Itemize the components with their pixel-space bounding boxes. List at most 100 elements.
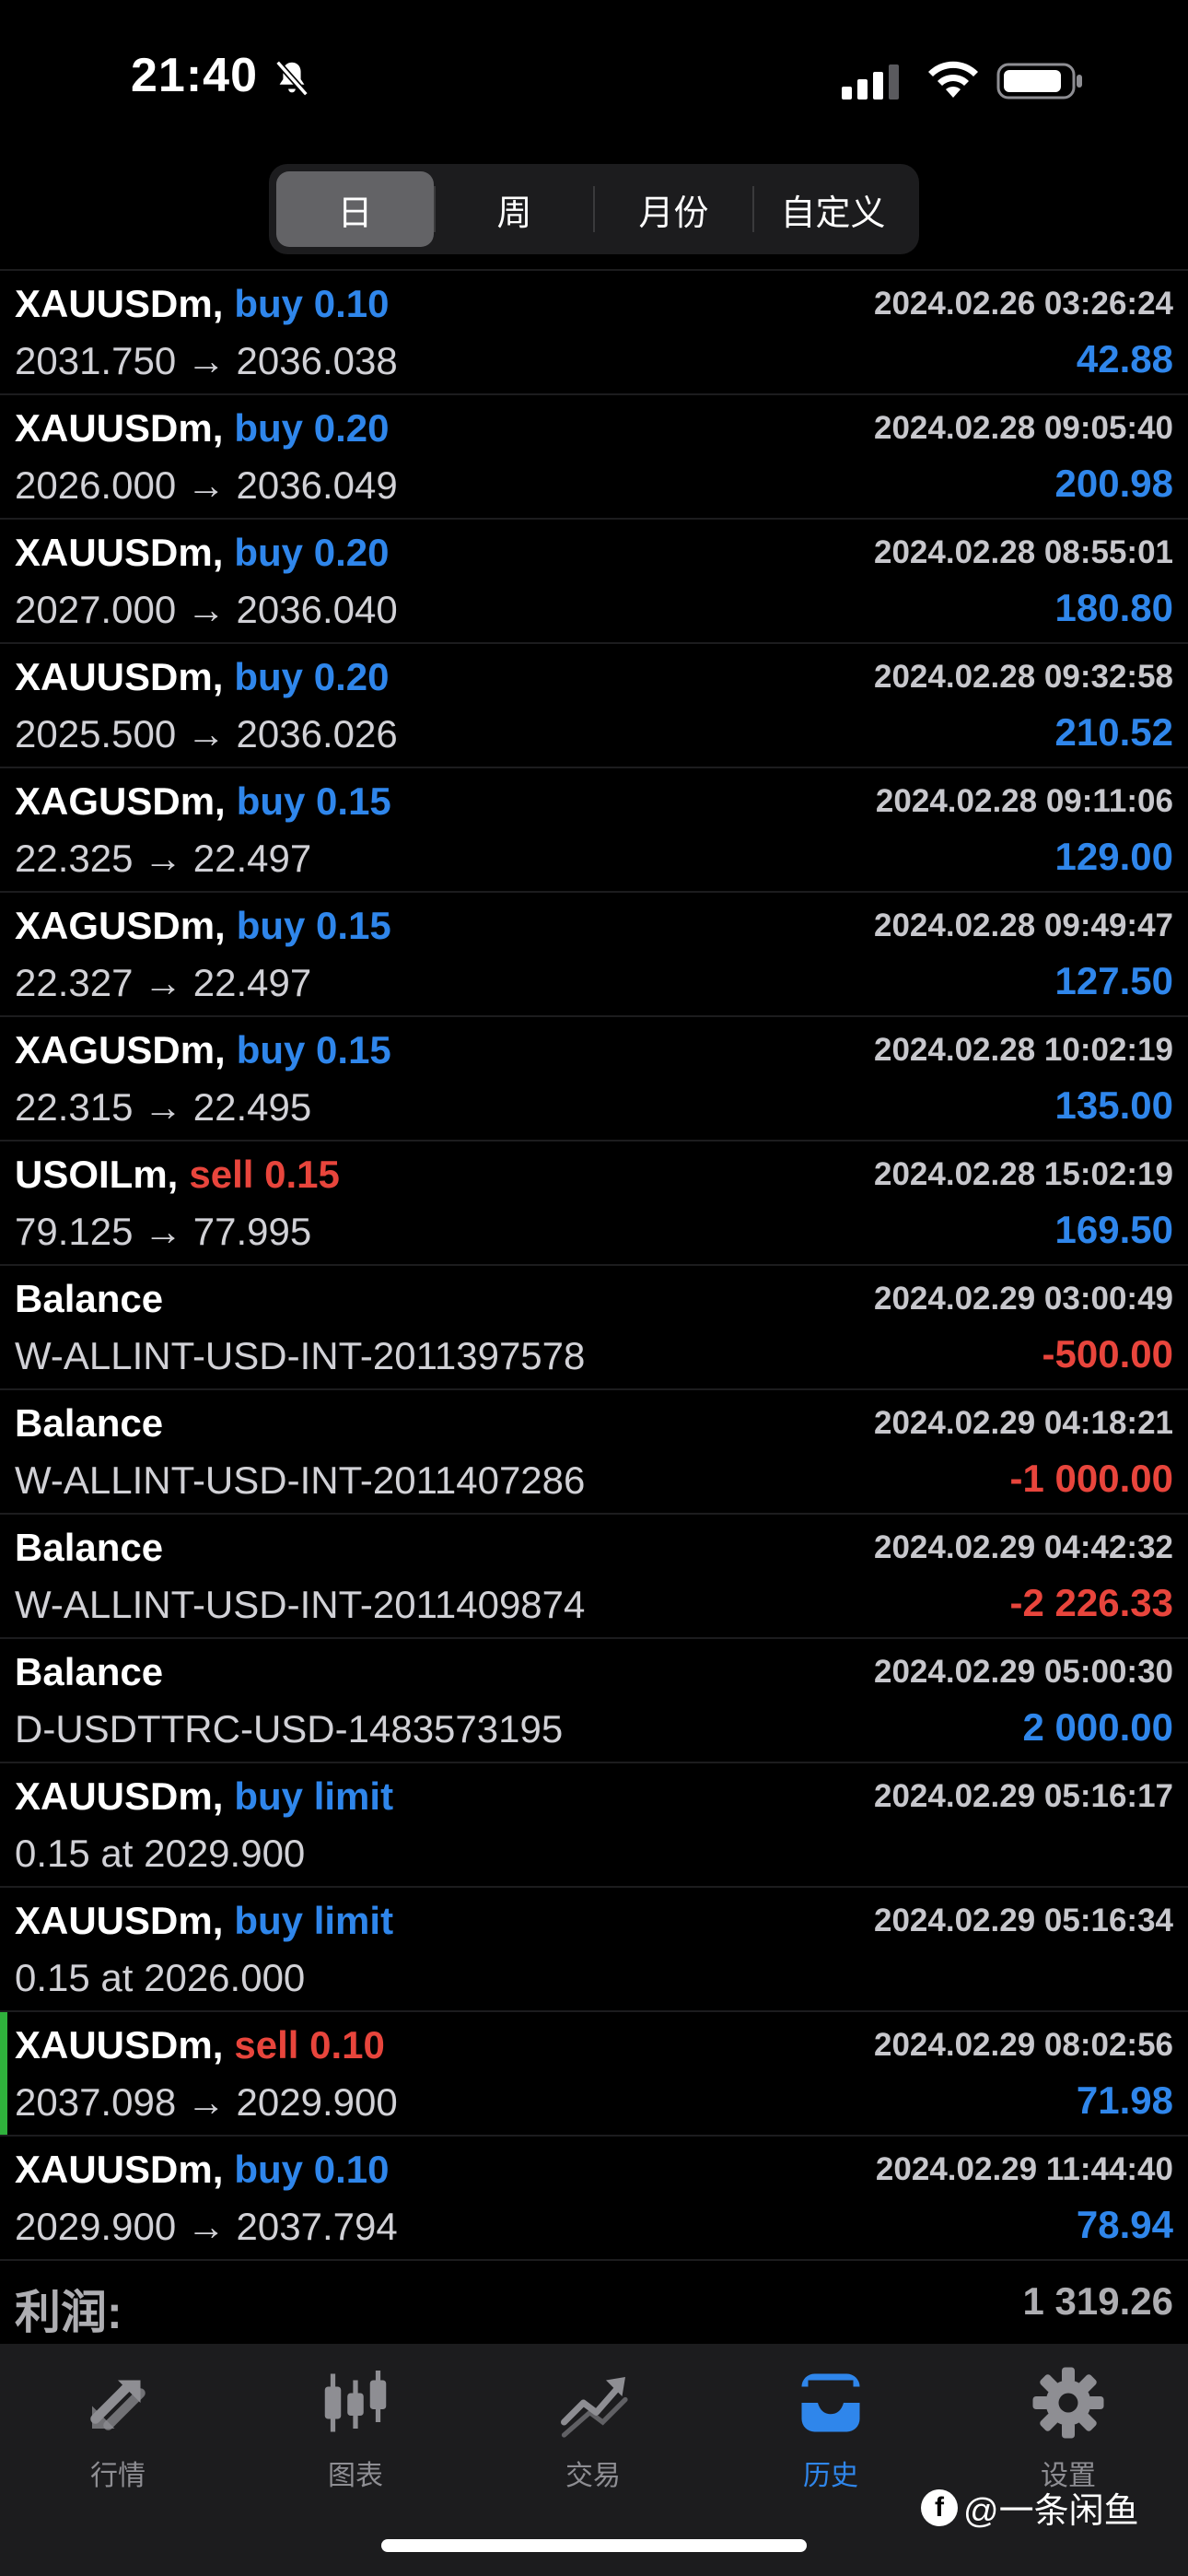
trade-side: buy 0.20 bbox=[234, 531, 390, 574]
list-item[interactable]: XAGUSDm, buy 0.15 2024.02.28 09:49:47 22.32… bbox=[0, 893, 1188, 1017]
list-item[interactable]: XAUUSDm, buy limit 2024.02.29 05:16:17 0.15… bbox=[0, 1763, 1188, 1888]
record-title: XAUUSDm, buy limit bbox=[15, 1899, 393, 1943]
list-item[interactable]: XAUUSDm, buy 0.20 2024.02.28 09:32:58 2025.… bbox=[0, 644, 1188, 768]
list-item[interactable]: XAUUSDm, buy limit 2024.02.29 05:16:34 0.15… bbox=[0, 1888, 1188, 2012]
tab-trade[interactable]: 交易 bbox=[501, 2364, 685, 2512]
tab-day[interactable]: 日 bbox=[276, 171, 434, 247]
record-datetime: 2024.02.28 08:55:01 bbox=[874, 534, 1173, 570]
tab-history-label: 历史 bbox=[803, 2461, 858, 2491]
record-detail: W-ALLINT-USD-INT-2011409874 bbox=[15, 1583, 586, 1626]
record-profit: 129.00 bbox=[1054, 835, 1173, 878]
record-detail: W-ALLINT-USD-INT-2011407286 bbox=[15, 1458, 586, 1502]
tab-week[interactable]: 周 bbox=[436, 171, 593, 247]
record-datetime: 2024.02.29 08:02:56 bbox=[874, 2027, 1173, 2063]
trade-side: buy 0.20 bbox=[234, 406, 390, 450]
record-profit: 127.50 bbox=[1054, 959, 1173, 1002]
symbol-name: XAUUSDm, bbox=[15, 655, 224, 698]
list-item[interactable]: XAUUSDm, buy 0.20 2024.02.28 08:55:01 2027.… bbox=[0, 520, 1188, 644]
facebook-logo-icon: f bbox=[921, 2488, 958, 2526]
record-datetime: 2024.02.29 05:00:30 bbox=[874, 1654, 1173, 1690]
symbol-name: XAUUSDm, bbox=[15, 282, 224, 325]
trade-side: sell 0.10 bbox=[234, 2023, 385, 2067]
record-title: XAUUSDm, buy limit bbox=[15, 1774, 393, 1819]
record-title: Balance bbox=[15, 1401, 174, 1446]
list-item[interactable]: XAUUSDm, sell 0.10 2024.02.29 08:02:56 2037… bbox=[0, 2012, 1188, 2137]
record-detail: 22.325 → 22.497 bbox=[15, 837, 312, 880]
record-datetime: 2024.02.29 05:16:34 bbox=[874, 1903, 1173, 1938]
profit-label: 利润: bbox=[15, 2287, 122, 2338]
record-profit: 180.80 bbox=[1054, 586, 1173, 629]
trade-side: buy 0.15 bbox=[236, 779, 391, 823]
profit-summary: 利润: 1 319.26 bbox=[0, 2259, 1188, 2344]
trade-side: buy 0.15 bbox=[236, 904, 391, 947]
record-datetime: 2024.02.26 03:26:24 bbox=[874, 286, 1173, 322]
period-segmented-control: 日 周 月份 自定义 bbox=[269, 164, 919, 254]
record-datetime: 2024.02.29 04:18:21 bbox=[874, 1405, 1173, 1441]
record-profit: 2 000.00 bbox=[1022, 1705, 1174, 1749]
symbol-name: XAUUSDm, bbox=[15, 406, 224, 450]
list-item[interactable]: XAUUSDm, buy 0.10 2024.02.29 11:44:40 2029.… bbox=[0, 2137, 1188, 2261]
list-item[interactable]: Balance 2024.02.29 03:00:49 W-ALLINT-USD-I… bbox=[0, 1266, 1188, 1390]
record-datetime: 2024.02.29 04:42:32 bbox=[874, 1529, 1173, 1565]
inbox-icon bbox=[801, 2373, 860, 2432]
tab-month[interactable]: 月份 bbox=[595, 171, 752, 247]
record-title: USOILm, sell 0.15 bbox=[15, 1153, 340, 1197]
watermark-text: @一条闲鱼 bbox=[963, 2492, 1139, 2531]
list-item[interactable]: USOILm, sell 0.15 2024.02.28 15:02:19 79.12… bbox=[0, 1142, 1188, 1266]
open-position-marker bbox=[0, 2012, 7, 2135]
record-detail: 2029.900 → 2037.794 bbox=[15, 2205, 398, 2248]
record-profit: 78.94 bbox=[1076, 2203, 1173, 2246]
tab-trade-label: 交易 bbox=[565, 2461, 621, 2491]
symbol-name: XAUUSDm, bbox=[15, 1899, 224, 1942]
record-datetime: 2024.02.28 15:02:19 bbox=[874, 1156, 1173, 1192]
list-item[interactable]: XAGUSDm, buy 0.15 2024.02.28 09:11:06 22.32… bbox=[0, 768, 1188, 893]
record-datetime: 2024.02.29 11:44:40 bbox=[875, 2151, 1173, 2187]
list-item[interactable]: Balance 2024.02.29 04:42:32 W-ALLINT-USD-I… bbox=[0, 1515, 1188, 1639]
record-detail: 0.15 at 2029.900 bbox=[15, 1832, 306, 1875]
record-detail: 2037.098 → 2029.900 bbox=[15, 2080, 398, 2124]
record-title: Balance bbox=[15, 1277, 174, 1321]
trade-side: buy 0.15 bbox=[236, 1028, 391, 1071]
symbol-name: XAGUSDm, bbox=[15, 904, 226, 947]
record-datetime: 2024.02.28 09:32:58 bbox=[874, 659, 1173, 695]
record-title: Balance bbox=[15, 1526, 174, 1570]
status-time: 21:40 bbox=[131, 49, 258, 102]
battery-icon bbox=[996, 63, 1082, 100]
trade-side: buy limit bbox=[234, 1899, 394, 1942]
record-title: XAGUSDm, buy 0.15 bbox=[15, 779, 391, 824]
symbol-name: Balance bbox=[15, 1650, 164, 1693]
list-item[interactable]: Balance 2024.02.29 04:18:21 W-ALLINT-USD-I… bbox=[0, 1390, 1188, 1515]
record-datetime: 2024.02.28 09:49:47 bbox=[874, 907, 1173, 943]
status-bar: 21:40 bbox=[0, 0, 1188, 157]
list-item[interactable]: XAGUSDm, buy 0.15 2024.02.28 10:02:19 22.31… bbox=[0, 1017, 1188, 1142]
record-title: XAUUSDm, buy 0.10 bbox=[15, 2148, 389, 2192]
record-datetime: 2024.02.29 05:16:17 bbox=[874, 1778, 1173, 1814]
gear-icon bbox=[1032, 2367, 1104, 2439]
trade-side: buy limit bbox=[234, 1774, 394, 1818]
home-indicator[interactable] bbox=[381, 2539, 807, 2552]
record-title: XAGUSDm, buy 0.15 bbox=[15, 1028, 391, 1072]
record-profit: -1 000.00 bbox=[1009, 1457, 1173, 1500]
watermark: f @一条闲鱼 bbox=[921, 2482, 1139, 2533]
profit-total: 1 319.26 bbox=[1022, 2279, 1174, 2323]
tab-history[interactable]: 历史 bbox=[739, 2364, 923, 2512]
record-detail: 22.327 → 22.497 bbox=[15, 961, 312, 1004]
list-item[interactable]: Balance 2024.02.29 05:00:30 D-USDTTRC-USD-… bbox=[0, 1639, 1188, 1763]
symbol-name: Balance bbox=[15, 1526, 164, 1569]
record-title: XAGUSDm, buy 0.15 bbox=[15, 904, 391, 948]
record-profit: 169.50 bbox=[1054, 1208, 1173, 1251]
tab-quotes[interactable]: 行情 bbox=[26, 2364, 210, 2512]
record-detail: 2031.750 → 2036.038 bbox=[15, 339, 398, 382]
record-title: XAUUSDm, buy 0.20 bbox=[15, 406, 389, 451]
trade-side: buy 0.10 bbox=[234, 282, 390, 325]
tab-charts-label: 图表 bbox=[328, 2461, 383, 2491]
tab-custom[interactable]: 自定义 bbox=[754, 171, 912, 247]
list-item[interactable]: XAUUSDm, buy 0.10 2024.02.26 03:26:24 2031.… bbox=[0, 271, 1188, 395]
tab-charts[interactable]: 图表 bbox=[263, 2364, 448, 2512]
list-item[interactable]: XAUUSDm, buy 0.20 2024.02.28 09:05:40 2026.… bbox=[0, 395, 1188, 520]
record-title: XAUUSDm, buy 0.20 bbox=[15, 531, 389, 575]
symbol-name: Balance bbox=[15, 1401, 164, 1445]
record-detail: D-USDTTRC-USD-1483573195 bbox=[15, 1707, 564, 1751]
record-datetime: 2024.02.28 10:02:19 bbox=[874, 1032, 1173, 1068]
symbol-name: XAUUSDm, bbox=[15, 531, 224, 574]
